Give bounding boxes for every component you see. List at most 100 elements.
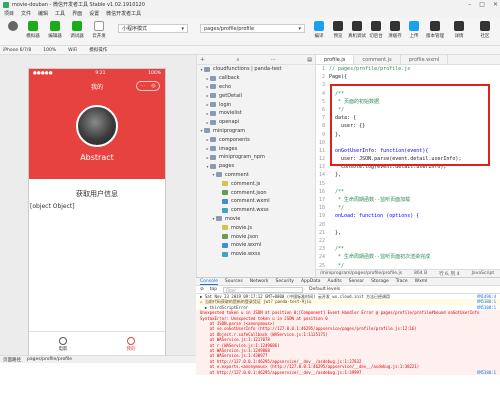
user-object-text: [object Object] (30, 203, 75, 210)
tree-folder[interactable]: ▸ login (197, 100, 315, 109)
minimize-icon[interactable]: – (468, 1, 471, 8)
mode-select[interactable]: 小程序模式 ▾ (118, 24, 188, 33)
search-icon[interactable]: ⌕ (237, 57, 240, 63)
avatar-button[interactable] (2, 21, 24, 33)
menu-item[interactable]: 编辑 (38, 10, 48, 17)
code-area[interactable]: 1 // pages/profile/profile.js 2 Page({3 4 /*… (316, 65, 500, 278)
log-text: at ve.onGotUserInfo (http://127.0.0.1:46… (200, 326, 417, 332)
editor-button[interactable]: 编辑器 (44, 21, 66, 39)
tree-folder[interactable]: ▾ movie (197, 215, 315, 224)
capsule-menu[interactable]: ··· ◎ (136, 81, 160, 91)
more-icon[interactable]: ··· (140, 83, 145, 89)
menu-item[interactable]: 工具 (55, 10, 65, 17)
tree-folder[interactable]: ▸ miniprogram_npm (197, 153, 315, 162)
tree-folder[interactable]: ▸ echo (197, 83, 315, 92)
clear-console-icon[interactable]: ⊘ (200, 287, 204, 292)
log-text: at Object.r.safeCallback (WAService.js:1… (200, 331, 328, 337)
close-circle-icon[interactable]: ◎ (151, 83, 155, 89)
simulator-bar: iPhone 6/7/8 100% WiFi 模拟操作 (0, 46, 500, 55)
tree-file[interactable]: movie.wxss (197, 250, 315, 259)
tree-file[interactable]: movie.js (197, 223, 315, 232)
device-select[interactable]: iPhone 6/7/8 (3, 48, 31, 53)
tree-file[interactable]: movie.wxml (197, 241, 315, 250)
tree-folder[interactable]: ▸ components (197, 135, 315, 144)
tab-comment-js[interactable]: comment.js (354, 55, 401, 64)
details-button[interactable]: 详情 (448, 21, 470, 39)
zoom-select[interactable]: 100% (43, 48, 56, 53)
layout-icon[interactable]: ▤ (307, 57, 312, 63)
code-text: /** (329, 246, 345, 253)
add-file-icon[interactable]: ＋ (200, 56, 205, 63)
log-text: at http://127.0.0.1:46295/appservice/__d… (200, 358, 362, 364)
file-tree: ▾ cloudfunctions | panda-test ▸ callback ▸ ec… (197, 65, 315, 259)
tree-file[interactable]: comment.wxml (197, 197, 315, 206)
close-icon[interactable]: ✕ (493, 1, 498, 8)
tree-folder[interactable]: ▾ comment (197, 171, 315, 180)
debugger-button[interactable]: 调试器 (66, 21, 88, 39)
devtools-tab[interactable]: Security (275, 279, 293, 284)
tree-file[interactable]: comment.wxss (197, 206, 315, 215)
community-button[interactable]: 社区 (474, 21, 496, 39)
version-button[interactable]: 版本管理 (424, 21, 446, 39)
tree-folder[interactable]: ▸ images (197, 144, 315, 153)
tree-folder[interactable]: ▾ pages (197, 162, 315, 171)
devtools-tab[interactable]: AppData (301, 279, 321, 284)
tree-folder[interactable]: ▸ callback (197, 74, 315, 83)
log-source-link[interactable]: VM5388:1 (477, 370, 500, 375)
levels-select[interactable]: Default levels (309, 287, 340, 292)
maximize-icon[interactable]: □ (479, 1, 485, 8)
tree-file[interactable]: comment.js (197, 179, 315, 188)
compile-select[interactable]: pages/profile/profile ▾ (200, 24, 305, 33)
tree-item-label: comment.wxss (231, 207, 269, 214)
devtools-tab[interactable]: Wxml (415, 279, 428, 284)
folder-icon (204, 66, 210, 72)
log-source-link[interactable]: VM5388:1 (477, 305, 500, 310)
details-icon (454, 21, 464, 31)
tree-file[interactable]: comment.json (197, 188, 315, 197)
simulate-action-select[interactable]: 模拟操作 (89, 47, 107, 53)
devtools-tab[interactable]: Network (250, 279, 269, 284)
menu-item[interactable]: 微信开发者工具 (106, 10, 141, 17)
tree-item-label: components (219, 136, 250, 143)
filter-input[interactable]: Filter (223, 286, 304, 293)
tree-folder[interactable]: ▸ movielist (197, 109, 315, 118)
tab-profile[interactable]: 我的 (127, 337, 136, 352)
upload-button[interactable]: 上传 (403, 21, 425, 39)
devtools-tab[interactable]: Audits (328, 279, 342, 284)
more-icon[interactable]: ··· (271, 57, 276, 63)
explorer-header: ＋ ⌕ ··· ▤ (197, 55, 315, 65)
file-explorer: ＋ ⌕ ··· ▤ ▾ cloudfunctions | panda-test ▸ c… (196, 55, 316, 277)
devtools-tab[interactable]: Console (200, 279, 218, 285)
community-icon (480, 21, 490, 31)
menu-item[interactable]: 项目 (4, 10, 14, 17)
tree-folder[interactable]: ▾ cloudfunctions | panda-test (197, 65, 315, 74)
devtools-tab[interactable]: Trace (396, 279, 408, 284)
menu-item[interactable]: 文件 (21, 10, 31, 17)
simulator-button[interactable]: 模拟器 (22, 21, 44, 39)
devtools-tab[interactable]: Sources (225, 279, 243, 284)
tree-item-label: miniprogram_npm (219, 154, 265, 161)
tab-profile-wxml[interactable]: profile.wxml (401, 55, 449, 64)
battery-text: 100% (148, 71, 161, 76)
tree-folder[interactable]: ▾ miniprogram (197, 127, 315, 136)
tree-item-label: echo (219, 83, 232, 90)
context-select[interactable]: top (210, 287, 217, 292)
editor-icon (50, 21, 60, 31)
tree-folder[interactable]: ▸ getDetail (197, 91, 315, 100)
menu-item[interactable]: 设置 (89, 10, 99, 17)
tree-file[interactable]: movie.json (197, 232, 315, 241)
tree-folder[interactable]: ▸ openapi (197, 118, 315, 127)
window-title: movie-douban - 微信开发者工具 Stable v1.02.1910… (12, 2, 145, 8)
devtools-tab[interactable]: Storage (371, 279, 389, 284)
get-userinfo-button[interactable]: 获取用户信息 (29, 189, 165, 199)
network-select[interactable]: WiFi (68, 48, 77, 53)
code-line: 2 Page({ (316, 73, 500, 81)
menu-bar: 项目 文件 编辑 工具 界面 设置 微信开发者工具 (0, 9, 500, 18)
devtools-tab[interactable]: Sensor (349, 279, 364, 284)
tab-movie[interactable]: 电影 (59, 337, 68, 352)
code-line: 23 /** (316, 245, 500, 253)
menu-item[interactable]: 界面 (72, 10, 82, 17)
cloud-button[interactable]: 云开发 (88, 21, 110, 39)
code-text: */ (329, 205, 345, 212)
tab-profile-js[interactable]: profile.js (316, 55, 355, 64)
